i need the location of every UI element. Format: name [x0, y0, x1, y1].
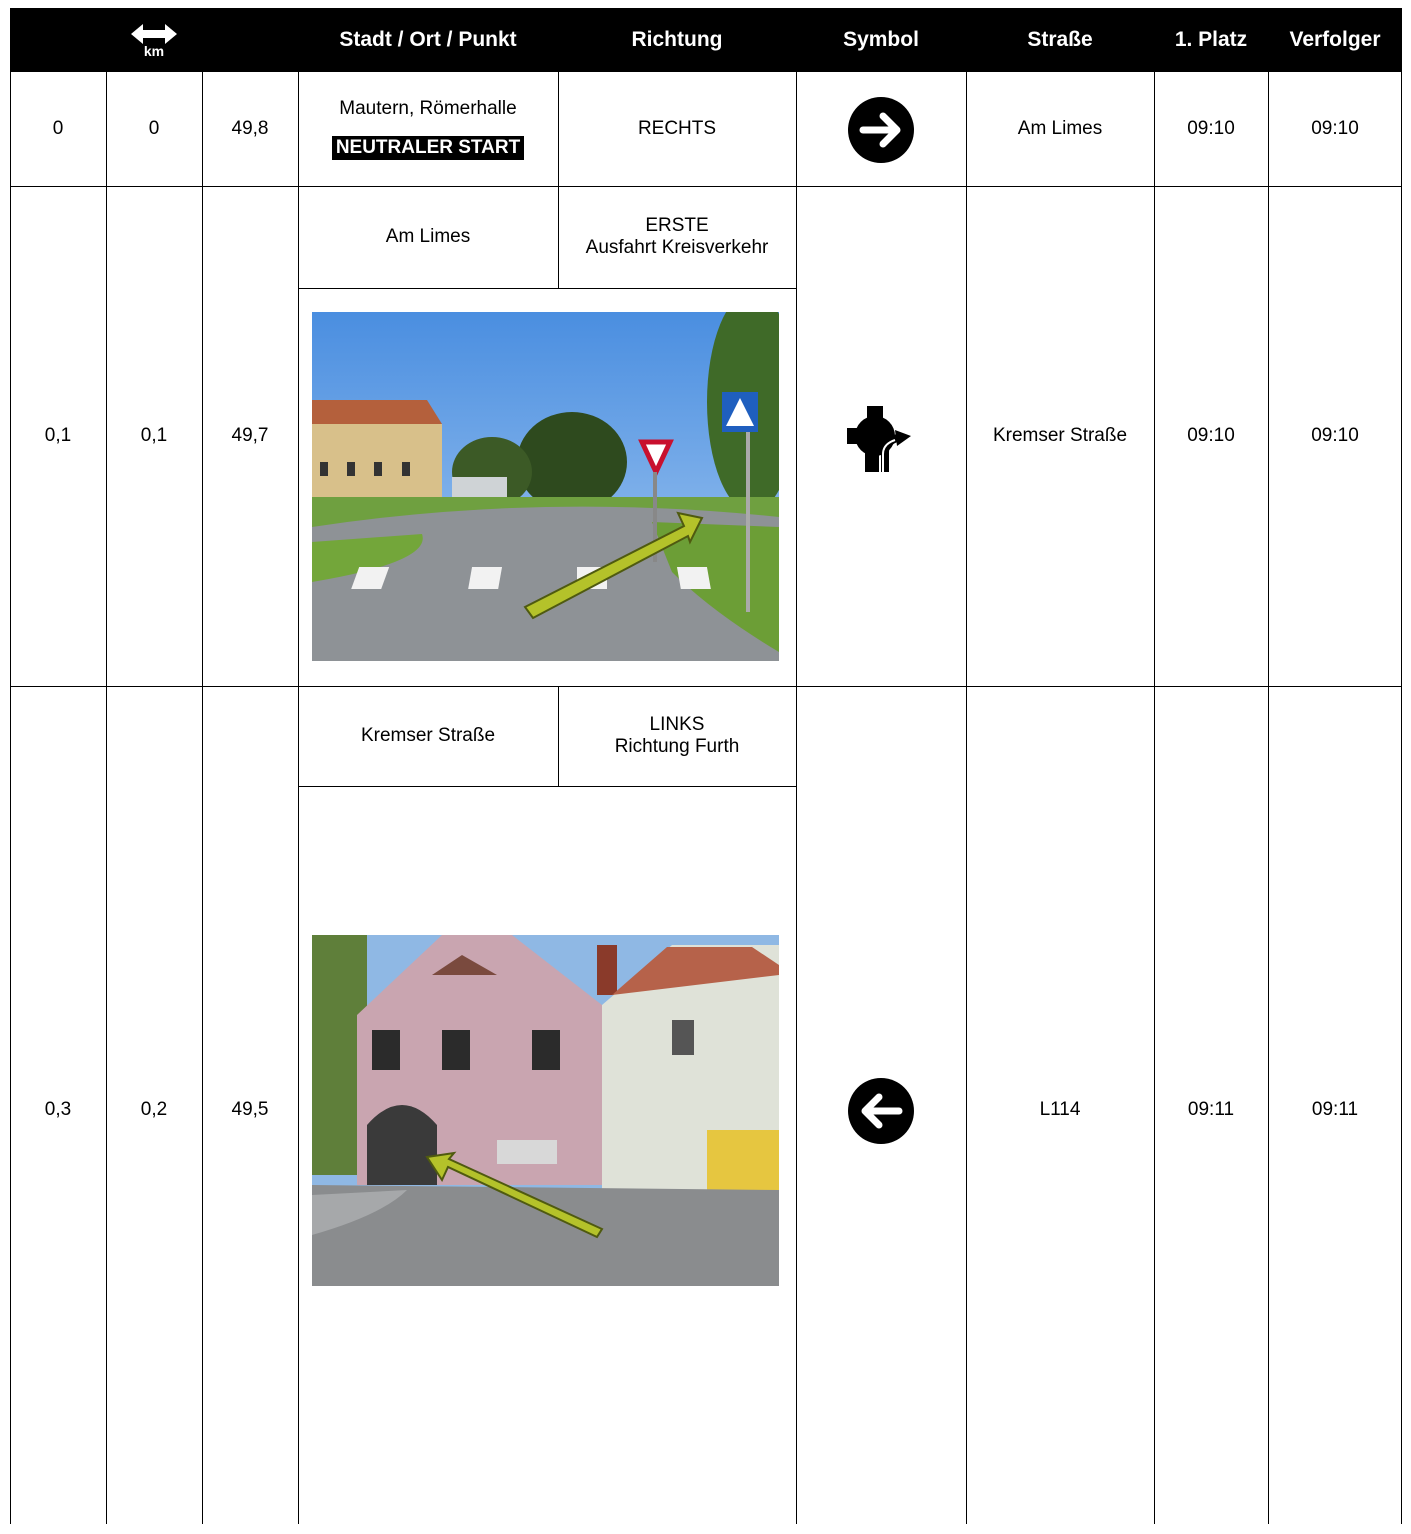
time-follower: 09:10 [1311, 425, 1359, 447]
direction-text: ERSTE [645, 215, 709, 237]
direction-cell: ERSTE Ausfahrt Kreisverkehr [558, 186, 796, 288]
header-symbol: Symbol [843, 28, 919, 51]
km-partial: 0 [148, 118, 160, 140]
km-total: 0,1 [44, 425, 72, 447]
km-label: km [143, 43, 165, 59]
arrow-right-circle-icon [848, 97, 914, 163]
header-first-place: 1. Platz [1174, 28, 1248, 51]
grid-line [796, 72, 797, 1524]
roundabout-photo [312, 312, 779, 661]
km-total: 0 [52, 118, 64, 140]
header-follower: Verfolger [1289, 28, 1381, 51]
time-first: 09:10 [1187, 425, 1235, 447]
time-follower: 09:10 [1311, 118, 1359, 140]
grid-line [298, 72, 299, 1524]
km-remaining: 49,5 [231, 1099, 269, 1121]
roundabout-first-exit-icon [845, 402, 913, 474]
km-partial: 0,2 [140, 1099, 168, 1121]
km-partial: 0,1 [140, 425, 168, 447]
header-direction: Richtung [631, 28, 723, 51]
time-first: 09:10 [1187, 118, 1235, 140]
time-follower: 09:11 [1311, 1099, 1359, 1121]
arrow-left-circle-icon [848, 1078, 914, 1144]
street-name: L114 [1039, 1099, 1081, 1121]
place-name: Am Limes [385, 226, 471, 248]
km-remaining: 49,8 [231, 118, 269, 140]
direction-text: LINKS [649, 714, 705, 736]
place-name: Mautern, Römerhalle [339, 98, 517, 120]
direction-text: RECHTS [637, 118, 717, 140]
header-place: Stadt / Ort / Punkt [339, 28, 517, 51]
grid-line [298, 288, 796, 289]
place-name: Kremser Straße [360, 725, 496, 747]
time-first: 09:11 [1187, 1099, 1235, 1121]
grid-line [298, 786, 796, 787]
header-street: Straße [1027, 28, 1093, 51]
neutral-start-badge: NEUTRALER START [331, 136, 525, 160]
km-total: 0,3 [44, 1099, 72, 1121]
direction-detail: Richtung Furth [614, 736, 740, 757]
direction-detail: Ausfahrt Kreisverkehr [585, 237, 769, 258]
distance-header: km [106, 8, 202, 72]
direction-cell: LINKS Richtung Furth [558, 686, 796, 786]
place-cell: Mautern, Römerhalle NEUTRALER START [298, 72, 558, 186]
street-name: Kremser Straße [992, 425, 1128, 447]
street-photo [312, 935, 779, 1286]
km-remaining: 49,7 [231, 425, 269, 447]
street-name: Am Limes [1017, 118, 1103, 140]
